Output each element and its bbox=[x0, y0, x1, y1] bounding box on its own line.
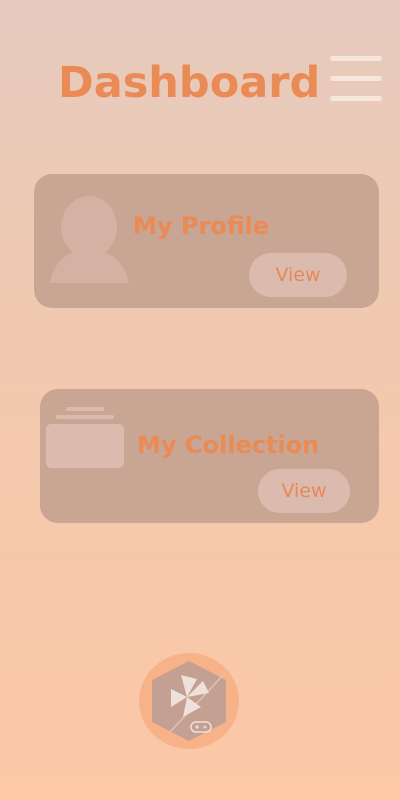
user-avatar-icon bbox=[50, 196, 129, 283]
card-stack-icon bbox=[46, 407, 124, 468]
view-collection-button[interactable]: View bbox=[258, 469, 350, 513]
page-title: Dashboard bbox=[58, 58, 321, 108]
menu-button[interactable] bbox=[330, 54, 382, 104]
profile-card-title: My Profile bbox=[133, 212, 270, 240]
collection-card-title: My Collection bbox=[137, 431, 320, 459]
pinwheel-gamepad-logo-icon[interactable] bbox=[139, 653, 239, 749]
view-profile-button[interactable]: View bbox=[249, 253, 347, 297]
profile-card: My Profile View bbox=[34, 174, 379, 308]
collection-card: My Collection View bbox=[40, 389, 379, 523]
